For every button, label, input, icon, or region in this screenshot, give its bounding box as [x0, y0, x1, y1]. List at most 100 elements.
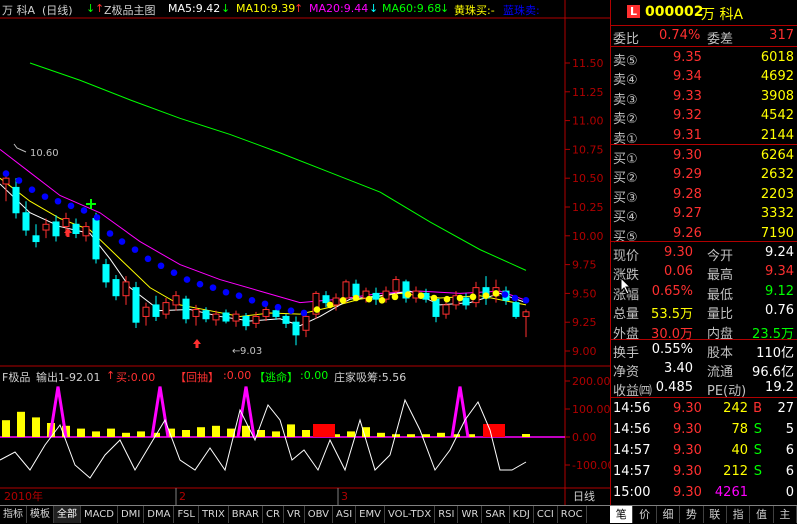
buy-bead-dot — [391, 293, 399, 301]
indicator-tab-brar[interactable]: BRAR — [229, 506, 263, 523]
indicator-tab-全部[interactable]: 全部 — [54, 506, 81, 523]
kline-chart[interactable]: 11.50 11.25 11.00 10.75 10.50 10.25 10.00 9.75 9… — [0, 0, 614, 505]
indicator-tab-obv[interactable]: OBV — [305, 506, 333, 523]
side-tab-4[interactable]: 联 — [704, 506, 727, 523]
sell-bead-dot — [2, 170, 10, 177]
low-annotation: 9.03 — [240, 346, 262, 357]
side-tab-7[interactable]: 主 — [774, 506, 797, 523]
sub-escape-label: 【逃命】 — [254, 371, 298, 384]
absorb-bar — [422, 434, 430, 437]
indicator-tab-kdj[interactable]: KDJ — [510, 506, 534, 523]
buy-bead-dot — [339, 297, 347, 304]
indicator-tab-fsl[interactable]: FSL — [174, 506, 199, 523]
candle-body — [332, 297, 340, 306]
bid-row: 买① 9.30 6264 — [611, 146, 797, 167]
indicator-tab-dmi[interactable]: DMI — [118, 506, 145, 523]
ask-volume: 4692 — [760, 69, 794, 85]
indicator-tab-cr[interactable]: CR — [263, 506, 284, 523]
sub-axis-label: 0.00 — [572, 431, 597, 444]
tick-flag: B — [753, 401, 762, 416]
sell-bead-dot — [501, 291, 509, 298]
candle-body — [222, 312, 230, 322]
bid-volume: 2203 — [760, 186, 794, 202]
tick-count: 6 — [785, 443, 794, 458]
price-axis-label: 10.25 — [572, 201, 604, 214]
sub-buy-label: 买:0.00 — [116, 371, 156, 384]
stat-label-2: 最高 — [707, 268, 734, 284]
candle-body — [162, 302, 170, 315]
price-axis-label: 9.00 — [572, 345, 597, 358]
fund-row: 净资 3.40 流通 96.6亿 — [611, 359, 797, 380]
stat-row: 涨跌 0.06 最高 9.34 — [611, 262, 797, 284]
ma5-label: MA5:9.42 — [168, 2, 221, 15]
side-tab-1[interactable]: 价 — [633, 506, 657, 523]
sell-bead-dot — [287, 307, 295, 314]
candle-body — [392, 279, 400, 292]
sell-bead-dot — [28, 186, 36, 194]
indicator-tab-cci[interactable]: CCI — [534, 506, 558, 523]
indicator-tab-dma[interactable]: DMA — [144, 506, 175, 523]
up-arrow-icon: ↑ — [106, 369, 116, 382]
indicator-tab-指标[interactable]: 指标 — [0, 506, 27, 523]
bid-label: 买① — [613, 152, 638, 167]
tick-volume: 4261 — [714, 485, 748, 500]
indicator-tab-roc[interactable]: ROC — [558, 506, 587, 523]
ma10-line — [0, 177, 527, 317]
down-arrow-icon: ↓ — [86, 2, 96, 15]
indicator-tab-sar[interactable]: SAR — [482, 506, 510, 523]
bid-price: 9.27 — [673, 206, 702, 222]
stat-value: 9.30 — [664, 245, 693, 260]
side-tab-3[interactable]: 势 — [680, 506, 704, 523]
price-axis-label: 11.50 — [572, 57, 604, 70]
period-button[interactable]: 日线 — [573, 489, 595, 503]
candle-body — [342, 281, 350, 299]
ask-price: 9.31 — [673, 127, 702, 143]
down-arrow-icon: ↓ — [440, 2, 450, 15]
sell-bead-dot — [170, 269, 178, 276]
stat-row: 涨幅 0.65% 最低 9.12 — [611, 282, 797, 303]
bid-label: 买③ — [613, 190, 638, 206]
indicator-tab-vr[interactable]: VR — [284, 506, 305, 523]
indicator-tab-trix[interactable]: TRIX — [199, 506, 229, 523]
candle-body — [92, 218, 100, 260]
candle-body — [72, 223, 80, 234]
candle-body — [282, 315, 290, 324]
indicator-tab-emv[interactable]: EMV — [356, 506, 385, 523]
absorb-bar — [137, 431, 145, 437]
sell-bead-dot — [106, 230, 114, 237]
bid-volume: 2632 — [760, 167, 794, 183]
side-tab-6[interactable]: 值 — [750, 506, 774, 523]
tick-volume: 40 — [731, 443, 748, 458]
sell-bead-dot — [248, 297, 256, 304]
tick-time: 14:56 — [613, 401, 651, 416]
bid-price: 9.26 — [673, 225, 702, 241]
weicha-value: 317 — [769, 28, 794, 43]
side-tab-5[interactable]: 指 — [727, 506, 751, 523]
indicator-tab-vol-tdx[interactable]: VOL-TDX — [385, 506, 436, 523]
kline-chart-area[interactable]: 11.50 11.25 11.00 10.75 10.50 10.25 10.00 9.75 9… — [0, 0, 614, 524]
candle-body — [172, 295, 180, 306]
buy-bead-dot — [365, 295, 373, 303]
absorb-bar — [17, 411, 25, 437]
side-tab-2[interactable]: 细 — [657, 506, 681, 523]
tick-price: 9.30 — [673, 485, 702, 500]
tick-row: 14:56 9.30 242 B 27 — [611, 399, 797, 419]
ask-label: 卖② — [613, 112, 638, 128]
weibi-label: 委比 — [613, 32, 640, 47]
price-axis-label: 10.75 — [572, 143, 604, 156]
side-tab-0[interactable]: 笔 — [610, 506, 634, 523]
buy-bead-dot — [313, 306, 321, 313]
ma60-line — [29, 62, 527, 271]
bid-volume: 7190 — [760, 225, 794, 241]
stat-value: 53.5万 — [651, 307, 693, 323]
absorb-bar — [347, 431, 355, 437]
absorb-bar — [77, 428, 85, 437]
indicator-tab-wr[interactable]: WR — [458, 506, 483, 523]
bid-row: 买② 9.29 2632 — [611, 165, 797, 186]
indicator-tab-模板[interactable]: 模板 — [27, 506, 54, 523]
indicator-tab-asi[interactable]: ASI — [333, 506, 357, 523]
indicator-tab-macd[interactable]: MACD — [81, 506, 118, 523]
buy-bead-dot — [430, 294, 438, 302]
sub-axis-label: 200.00 — [572, 375, 610, 388]
indicator-tab-rsi[interactable]: RSI — [435, 506, 459, 523]
